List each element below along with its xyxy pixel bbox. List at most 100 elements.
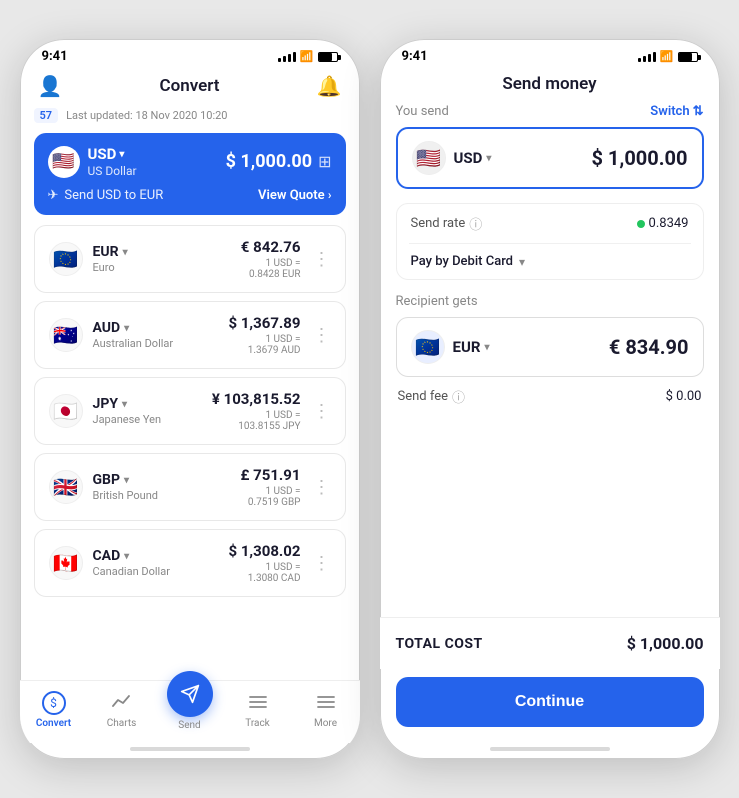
recipient-card[interactable]: 🇪🇺 EUR ▾ € 834.90 [396,317,704,377]
fee-value: $ 0.00 [666,389,702,404]
bell-icon[interactable]: 🔔 [317,74,342,98]
send-money-content: You send Switch ⇅ 🇺🇸 USD [380,104,720,617]
gbp-amount: £ 751.91 [240,466,300,484]
calculator-icon[interactable]: ⊞ [318,152,331,171]
send-bar: ✈ Send USD to EUR View Quote › [48,188,332,203]
update-text: Last updated: 18 Nov 2020 10:20 [66,109,227,122]
pay-method-label: Pay by Debit Card [411,254,514,269]
jpy-flag: 🇯🇵 [49,394,83,428]
status-icons-1: 📶 [278,50,338,63]
total-cost-value: $ 1,000.00 [627,634,704,653]
cad-code: CAD ▾ [93,548,170,564]
signal-icon-2 [638,52,656,62]
usd-flag: 🇺🇸 [48,146,80,178]
cad-amount: $ 1,308.02 [228,542,300,560]
fee-label: Send fee ⓘ [398,387,466,406]
currency-card-gbp[interactable]: 🇬🇧 GBP ▾ British Pound £ 751.91 1 USD = [34,453,346,521]
total-cost-label: TOTAL COST [396,636,483,652]
convert-icon: $ [42,691,66,715]
you-send-label: You send [396,104,449,119]
gbp-rate: 1 USD = 0.7519 GBP [240,486,300,508]
currency-card-aud[interactable]: 🇦🇺 AUD ▾ Australian Dollar $ 1,367.89 1 … [34,301,346,369]
rate-value: 0.8349 [637,216,689,231]
recipient-currency-selector[interactable]: EUR ▾ [453,338,490,356]
jpy-amount: ¥ 103,815.52 [212,390,301,408]
recipient-gets-label: Recipient gets [396,294,478,309]
eur-name: Euro [93,261,128,274]
eur-code: EUR ▾ [93,244,128,260]
send-money-phone: 9:41 📶 Send money [380,39,720,759]
green-dot [637,220,645,228]
pay-method-row[interactable]: Pay by Debit Card ▾ [409,244,691,279]
usd-amount: $ 1,000.00 [226,151,312,172]
gbp-code: GBP ▾ [93,472,158,488]
gbp-more-icon[interactable]: ⋮ [305,477,331,498]
send-label: Send USD to EUR [64,188,163,203]
aud-rate: 1 USD = 1.3679 AUD [228,334,300,356]
nav-track-label: Track [245,718,270,729]
rate-info-icon[interactable]: ⓘ [469,214,482,233]
status-time-2: 9:41 [402,49,428,64]
track-icon [248,691,268,715]
convert-phone: 9:41 📶 👤 Convert 🔔 [20,39,360,759]
status-icons-2: 📶 [638,50,698,63]
more-icon [316,691,336,715]
currency-card-jpy[interactable]: 🇯🇵 JPY ▾ Japanese Yen ¥ 103,815.52 1 USD… [34,377,346,445]
nav-charts-label: Charts [107,718,137,729]
charts-icon [111,692,133,715]
usd-name: US Dollar [88,164,137,178]
send-plane-icon: ✈ [48,188,59,203]
profile-icon[interactable]: 👤 [38,74,63,98]
status-bar-2: 9:41 📶 [380,39,720,68]
currency-card-eur[interactable]: 🇪🇺 EUR ▾ Euro € 842.76 1 USD = [34,225,346,293]
status-time-1: 9:41 [42,49,68,64]
nav-more[interactable]: More [292,691,360,729]
nav-more-label: More [314,718,337,729]
page-title-1: Convert [159,76,219,96]
cad-flag: 🇨🇦 [49,546,83,580]
nav-convert-label: Convert [36,718,71,729]
cad-more-icon[interactable]: ⋮ [305,553,331,574]
battery-icon-2 [678,52,698,62]
send-usd-flag: 🇺🇸 [412,141,446,175]
wifi-icon-2: 📶 [660,50,674,63]
app-header-2: Send money [380,68,720,104]
eur-rate: 1 USD = 0.8428 EUR [241,258,301,280]
selected-currency-card[interactable]: 🇺🇸 USD ▾ US Dollar $ 1,000. [34,133,346,215]
send-currency-selector[interactable]: USD ▾ [454,149,492,167]
cad-rate: 1 USD = 1.3080 CAD [228,562,300,584]
you-send-section: You send Switch ⇅ 🇺🇸 USD [396,104,704,189]
send-rate-row: Send rate ⓘ 0.8349 [409,204,691,244]
update-badge: 57 [34,108,59,123]
total-cost-bar: TOTAL COST $ 1,000.00 [380,617,720,669]
continue-button[interactable]: Continue [396,677,704,727]
currency-list: 🇪🇺 EUR ▾ Euro € 842.76 1 USD = [34,225,346,597]
jpy-more-icon[interactable]: ⋮ [305,401,331,422]
cad-name: Canadian Dollar [93,565,170,578]
nav-convert[interactable]: $ Convert [20,691,88,729]
app-header-1: 👤 Convert 🔔 [20,68,360,108]
recipient-section: Recipient gets 🇪🇺 EUR ▾ € 834. [396,294,704,377]
last-updated-bar: 57 Last updated: 18 Nov 2020 10:20 [34,108,346,123]
battery-icon [318,52,338,62]
you-send-card[interactable]: 🇺🇸 USD ▾ $ 1,000.00 [396,127,704,189]
send-circle-icon [167,671,213,717]
aud-more-icon[interactable]: ⋮ [305,325,331,346]
switch-button[interactable]: Switch ⇅ [650,104,703,119]
send-fee-row: Send fee ⓘ $ 0.00 [396,377,704,416]
status-bar-1: 9:41 📶 [20,39,360,68]
nav-charts[interactable]: Charts [88,692,156,729]
eur-more-icon[interactable]: ⋮ [305,249,331,270]
aud-code: AUD ▾ [93,320,174,336]
currency-card-cad[interactable]: 🇨🇦 CAD ▾ Canadian Dollar $ 1,308.02 1 US… [34,529,346,597]
nav-send[interactable]: Send [156,689,224,731]
switch-arrows-icon: ⇅ [693,104,704,119]
recipient-amount: € 834.90 [609,335,689,359]
aud-amount: $ 1,367.89 [228,314,300,332]
nav-track[interactable]: Track [224,691,292,729]
view-quote-btn[interactable]: View Quote › [258,188,331,203]
aud-flag: 🇦🇺 [49,318,83,352]
jpy-name: Japanese Yen [93,413,162,426]
fee-info-icon[interactable]: ⓘ [452,387,465,406]
bottom-nav-1: $ Convert Charts Send [20,680,360,743]
